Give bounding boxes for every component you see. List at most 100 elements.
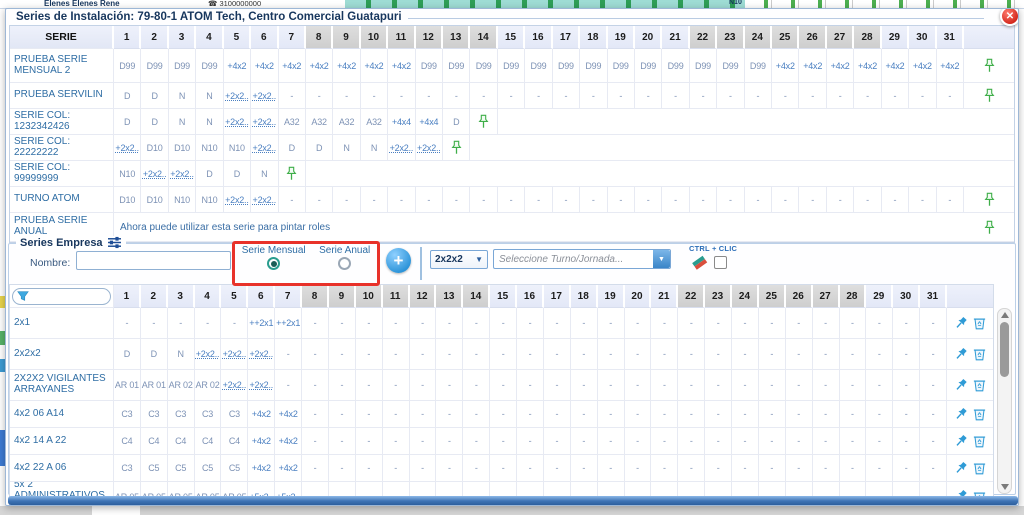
day-cell[interactable]: - [361, 187, 388, 213]
day-cell[interactable]: +2x2.. [248, 339, 275, 370]
day-cell[interactable]: - [410, 339, 437, 370]
day-cell[interactable]: +4x2 [333, 49, 360, 83]
day-cell[interactable]: D99 [416, 49, 443, 83]
day-cell[interactable]: - [490, 455, 517, 482]
day-cell[interactable]: - [745, 187, 772, 213]
day-cell[interactable]: +4x2 [937, 49, 964, 83]
day-cell[interactable]: D10 [141, 187, 168, 213]
day-cell[interactable]: C3 [114, 401, 141, 428]
day-cell[interactable]: D99 [690, 49, 717, 83]
day-cell[interactable]: D [114, 339, 141, 370]
day-cell[interactable]: ++2x1 [275, 308, 302, 339]
day-cell[interactable]: - [678, 401, 705, 428]
day-cell[interactable]: - [544, 401, 571, 428]
horizontal-scrollbar[interactable] [8, 496, 1018, 505]
day-cell[interactable]: - [463, 370, 490, 401]
day-cell[interactable]: - [732, 428, 759, 455]
day-cell[interactable]: - [490, 428, 517, 455]
day-cell[interactable]: - [356, 455, 383, 482]
day-cell[interactable]: - [436, 308, 463, 339]
day-cell[interactable]: C3 [195, 401, 222, 428]
day-cell[interactable]: - [410, 428, 437, 455]
day-cell[interactable]: - [598, 339, 625, 370]
day-cell[interactable]: - [571, 455, 598, 482]
day-cell[interactable]: - [690, 83, 717, 109]
day-cell[interactable]: - [840, 401, 867, 428]
day-cell[interactable]: AR 01 [114, 370, 141, 401]
day-cell[interactable]: +4x4 [416, 109, 443, 135]
day-cell[interactable]: - [436, 370, 463, 401]
day-cell[interactable]: - [463, 339, 490, 370]
series-row-label[interactable]: SERIE COL: 1232342426 [10, 109, 114, 135]
day-cell[interactable]: +4x2 [882, 49, 909, 83]
green-pin-icon[interactable] [984, 88, 995, 103]
day-cell[interactable]: +2x2.. [195, 339, 222, 370]
day-cell[interactable]: - [571, 370, 598, 401]
green-pin-icon[interactable] [984, 192, 995, 207]
dropdown-button[interactable]: ▼ [653, 250, 670, 268]
day-cell[interactable]: +2x2.. [251, 83, 278, 109]
day-cell[interactable]: N [169, 83, 196, 109]
day-cell[interactable]: - [745, 83, 772, 109]
day-cell[interactable]: +2x2.. [251, 135, 278, 161]
blue-pin-icon[interactable] [953, 378, 968, 393]
day-cell[interactable]: - [866, 428, 893, 455]
day-cell[interactable]: - [678, 308, 705, 339]
series-row-label[interactable]: SERIE COL: 22222222 [10, 135, 114, 161]
day-cell[interactable]: - [383, 428, 410, 455]
day-cell[interactable]: - [470, 83, 497, 109]
day-cell[interactable]: D [224, 161, 251, 187]
day-cell[interactable]: - [625, 401, 652, 428]
day-cell[interactable]: N [333, 135, 360, 161]
day-cell[interactable]: - [866, 339, 893, 370]
day-cell[interactable]: A32 [361, 109, 388, 135]
day-cell[interactable]: - [608, 187, 635, 213]
day-cell[interactable]: - [759, 455, 786, 482]
day-cell[interactable]: - [544, 428, 571, 455]
day-cell[interactable]: - [937, 187, 964, 213]
scrollbar-thumb[interactable] [1000, 322, 1009, 377]
day-cell[interactable]: A32 [333, 109, 360, 135]
day-cell[interactable]: - [598, 308, 625, 339]
day-cell[interactable]: - [410, 370, 437, 401]
day-cell[interactable]: N [196, 83, 223, 109]
day-cell[interactable]: D99 [470, 49, 497, 83]
day-cell[interactable]: +4x2 [306, 49, 333, 83]
series-row-label[interactable]: 2X2X2 VIGILANTES ARRAYANES [10, 370, 114, 401]
day-cell[interactable]: - [732, 401, 759, 428]
day-cell[interactable]: - [329, 339, 356, 370]
day-cell[interactable]: - [388, 187, 415, 213]
day-cell[interactable]: AR 02 [195, 370, 222, 401]
day-cell[interactable]: - [717, 187, 744, 213]
blue-pin-icon[interactable] [953, 461, 968, 476]
day-cell[interactable]: - [356, 339, 383, 370]
day-cell[interactable]: - [866, 370, 893, 401]
day-cell[interactable]: - [598, 455, 625, 482]
day-cell[interactable]: - [920, 401, 947, 428]
day-cell[interactable]: D99 [443, 49, 470, 83]
day-cell[interactable]: - [827, 187, 854, 213]
day-cell[interactable]: - [651, 339, 678, 370]
nombre-input[interactable] [76, 251, 231, 270]
serie-type-select[interactable]: 2x2x2 ▼ [430, 250, 488, 269]
day-cell[interactable]: - [840, 308, 867, 339]
day-cell[interactable]: - [302, 308, 329, 339]
day-cell[interactable]: - [333, 83, 360, 109]
series-row-label[interactable]: TURNO ATOM [10, 187, 114, 213]
day-cell[interactable]: - [625, 455, 652, 482]
day-cell[interactable]: - [410, 401, 437, 428]
ctrl-clic-checkbox[interactable] [714, 256, 727, 269]
day-cell[interactable]: - [690, 187, 717, 213]
series-row-label[interactable]: PRUEBA SERVILIN [10, 83, 114, 109]
day-cell[interactable]: C4 [141, 428, 168, 455]
day-cell[interactable]: - [662, 187, 689, 213]
trash-icon[interactable] [972, 406, 987, 422]
day-cell[interactable]: - [141, 308, 168, 339]
day-cell[interactable]: - [356, 401, 383, 428]
day-cell[interactable]: - [651, 308, 678, 339]
day-cell[interactable]: +4x2 [224, 49, 251, 83]
green-pin-icon[interactable] [478, 114, 489, 129]
day-cell[interactable]: +4x2 [827, 49, 854, 83]
day-cell[interactable]: D99 [141, 49, 168, 83]
day-cell[interactable]: - [786, 370, 813, 401]
